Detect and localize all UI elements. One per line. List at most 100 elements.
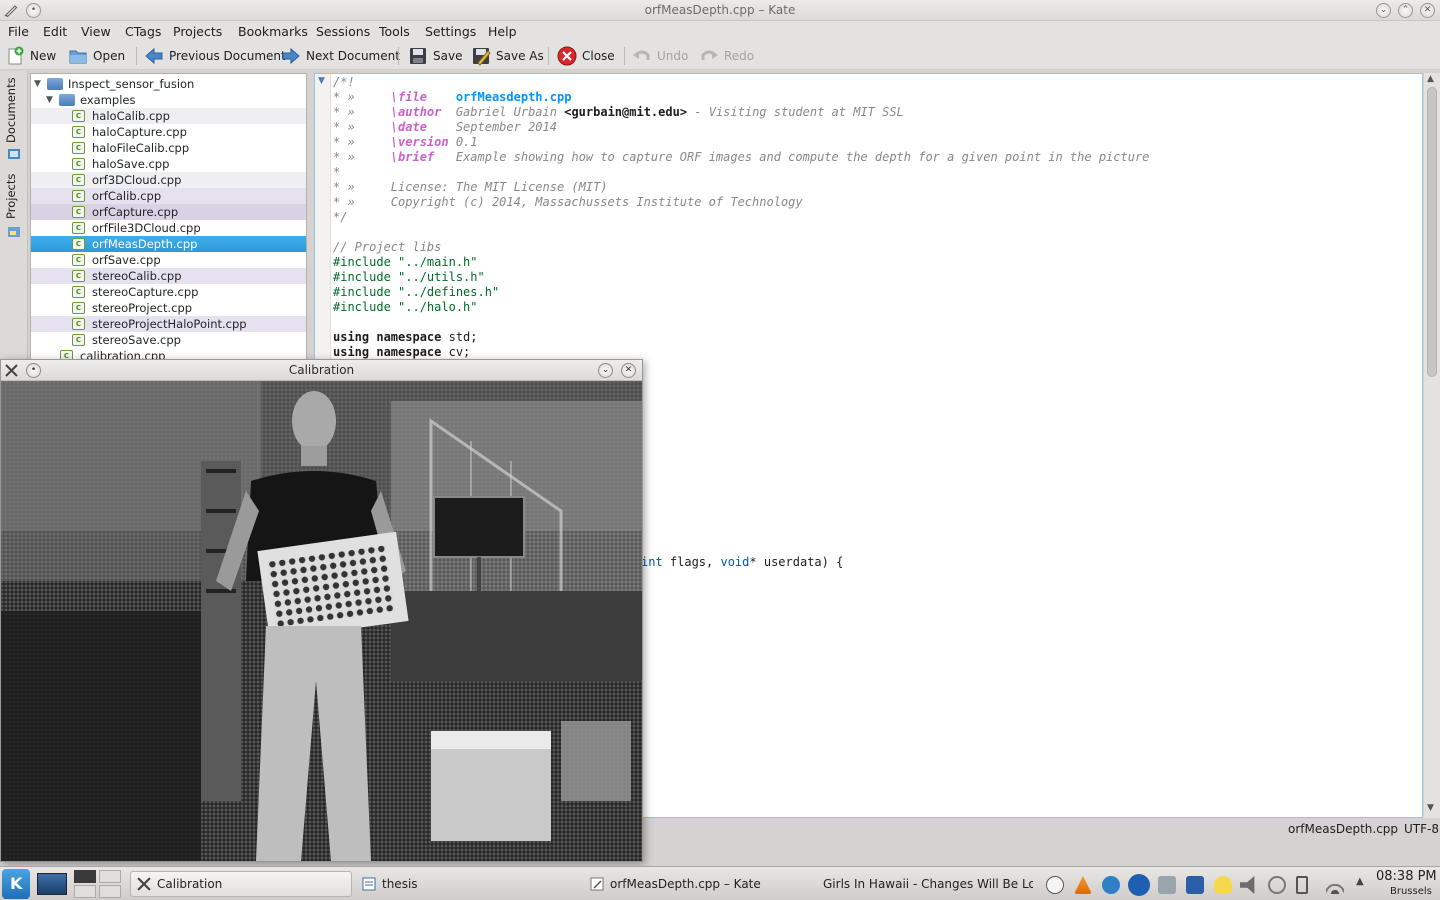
pager-desktop-4[interactable]: [99, 885, 121, 898]
volume-icon[interactable]: [1240, 876, 1255, 894]
code-line: * » \file orfMeasdepth.cpp: [333, 90, 572, 104]
tree-file[interactable]: C orfFile3DCloud.cpp: [31, 220, 306, 236]
undo-button[interactable]: Undo: [632, 45, 688, 67]
tree-file-selected[interactable]: C orfMeasDepth.cpp: [31, 236, 306, 252]
pager-desktop-3[interactable]: [74, 885, 96, 898]
tree-file-label: orfCapture.cpp: [92, 205, 179, 219]
cpp-file-icon: C: [72, 110, 85, 122]
minimize-button[interactable]: ⌄: [1376, 3, 1391, 18]
dropbox-icon[interactable]: [1102, 876, 1120, 894]
undo-label: Undo: [657, 49, 689, 63]
toolbar-separator: [624, 47, 625, 65]
tree-root[interactable]: ▼ Inspect_sensor_fusion: [31, 76, 306, 92]
code-line: * » \author Gabriel Urbain <gurbain@mit.…: [333, 105, 904, 119]
cpp-file-icon: C: [72, 318, 85, 330]
tab-documents[interactable]: Documents: [4, 77, 24, 143]
tree-file[interactable]: C stereoCalib.cpp: [31, 268, 306, 284]
tree-file[interactable]: C orfCalib.cpp: [31, 188, 306, 204]
scroll-down-icon[interactable]: ▼: [1427, 803, 1434, 813]
open-button[interactable]: Open: [68, 45, 125, 67]
save-button[interactable]: Save: [408, 45, 462, 67]
projects-icon: [8, 227, 20, 237]
wifi-icon[interactable]: [1326, 876, 1344, 894]
close-document-button[interactable]: Close: [557, 45, 615, 67]
tree-file[interactable]: C orf3DCloud.cpp: [31, 172, 306, 188]
tree-file[interactable]: C haloFileCalib.cpp: [31, 140, 306, 156]
calibration-minimize-button[interactable]: ⌄: [598, 363, 613, 378]
tree-file-label: haloFileCalib.cpp: [92, 141, 190, 155]
task-calibration[interactable]: Calibration: [130, 871, 352, 897]
collapse-arrow-icon[interactable]: ▼: [34, 76, 41, 92]
save-label: Save: [433, 49, 463, 63]
kde-menu-icon[interactable]: K: [2, 869, 30, 899]
calibration-window[interactable]: • Calibration ⌄ ✕: [0, 359, 643, 862]
fold-arrow-icon[interactable]: ▼: [318, 76, 325, 86]
next-document-button[interactable]: Next Document: [281, 45, 400, 67]
tree-file[interactable]: C orfSave.cpp: [31, 252, 306, 268]
tree-file[interactable]: C stereoProject.cpp: [31, 300, 306, 316]
window-titlebar[interactable]: • orfMeasDepth.cpp – Kate ⌄ ⌃ ✕: [0, 0, 1440, 21]
new-button[interactable]: New: [5, 45, 56, 67]
menu-view[interactable]: View: [81, 24, 111, 39]
vlc-tray-icon[interactable]: [1074, 876, 1092, 894]
calibration-close-button[interactable]: ✕: [621, 363, 636, 378]
removable-drive-icon[interactable]: [1158, 876, 1176, 894]
cpp-file-icon: C: [72, 270, 85, 282]
lightbulb-icon[interactable]: [1214, 876, 1232, 894]
task-vlc[interactable]: Girls In Hawaii - Changes Will Be Lo: [811, 871, 1033, 897]
pager-desktop-1[interactable]: [74, 870, 96, 883]
tab-projects[interactable]: Projects: [4, 169, 24, 223]
menu-sessions[interactable]: Sessions: [316, 24, 370, 39]
tray-expand-icon[interactable]: ▲: [1356, 876, 1364, 887]
menu-ctags[interactable]: CTags: [125, 24, 161, 39]
code-line: #include "../defines.h": [333, 285, 500, 299]
tree-folder-examples[interactable]: ▼ examples: [31, 92, 306, 108]
menu-settings[interactable]: Settings: [425, 24, 476, 39]
info-icon[interactable]: [1046, 876, 1064, 894]
battery-icon[interactable]: [1296, 876, 1308, 894]
close-window-button[interactable]: ✕: [1420, 3, 1435, 18]
collapse-arrow-icon[interactable]: ▼: [46, 92, 53, 108]
calibration-titlebar[interactable]: • Calibration ⌄ ✕: [1, 360, 642, 381]
tree-file[interactable]: C stereoProjectHaloPoint.cpp: [31, 316, 306, 332]
redo-label: Redo: [724, 49, 755, 63]
side-tab-strip: Documents Projects: [0, 71, 28, 361]
network-manager-icon[interactable]: [1186, 876, 1204, 894]
maximize-button[interactable]: ⌃: [1398, 3, 1413, 18]
menu-bookmarks[interactable]: Bookmarks: [238, 24, 308, 39]
cpp-file-icon: C: [72, 190, 85, 202]
menu-help[interactable]: Help: [488, 24, 517, 39]
menu-edit[interactable]: Edit: [43, 24, 67, 39]
menu-file[interactable]: File: [8, 24, 29, 39]
menu-projects[interactable]: Projects: [173, 24, 222, 39]
tree-file[interactable]: C stereoSave.cpp: [31, 332, 306, 348]
previous-document-button[interactable]: Previous Document: [144, 45, 286, 67]
task-label: Girls In Hawaii - Changes Will Be Lo: [823, 877, 1033, 891]
tree-file[interactable]: C haloCapture.cpp: [31, 124, 306, 140]
pager-desktop-2[interactable]: [99, 870, 121, 883]
task-thesis[interactable]: thesis: [356, 871, 578, 897]
code-line: *: [333, 165, 341, 179]
tree-file[interactable]: C haloSave.cpp: [31, 156, 306, 172]
code-line: #include "../utils.h": [333, 270, 485, 284]
sync-icon[interactable]: [1268, 876, 1286, 894]
arrow-right-icon: [282, 47, 300, 65]
save-as-button[interactable]: Save As: [471, 45, 544, 67]
editor-scrollbar[interactable]: ▲ ▼: [1424, 73, 1440, 818]
tree-file[interactable]: C orfCapture.cpp: [31, 204, 306, 220]
tree-file-label: stereoCalib.cpp: [92, 269, 182, 283]
redo-button[interactable]: Redo: [699, 45, 754, 67]
tree-file[interactable]: C haloCalib.cpp: [31, 108, 306, 124]
scroll-up-icon[interactable]: ▲: [1427, 74, 1434, 84]
scrollbar-thumb[interactable]: [1427, 87, 1437, 377]
cpp-file-icon: C: [72, 158, 85, 170]
tree-root-label: Inspect_sensor_fusion: [68, 77, 195, 91]
show-desktop-icon[interactable]: [37, 873, 67, 895]
status-encoding[interactable]: UTF-8: [1404, 822, 1439, 836]
cpp-file-icon: C: [72, 126, 85, 138]
task-kate[interactable]: orfMeasDepth.cpp – Kate: [584, 871, 806, 897]
clock-time[interactable]: 08:38 PM: [1376, 869, 1437, 884]
menu-tools[interactable]: Tools: [379, 24, 410, 39]
hp-icon[interactable]: [1128, 874, 1150, 896]
tree-file[interactable]: C stereoCapture.cpp: [31, 284, 306, 300]
